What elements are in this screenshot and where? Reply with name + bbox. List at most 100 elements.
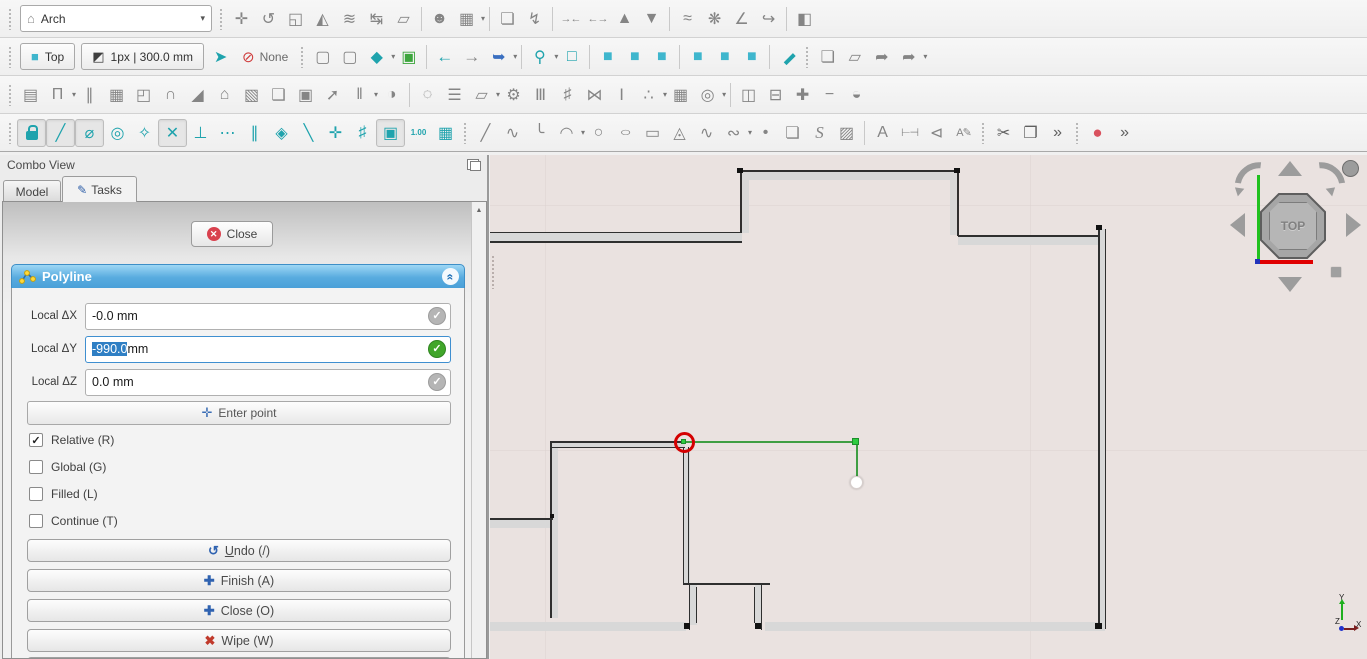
toolbar-grip[interactable] bbox=[8, 46, 13, 68]
bspline-tool-icon[interactable]: ∿ bbox=[693, 120, 720, 146]
cut-icon[interactable]: ✂ bbox=[990, 120, 1017, 146]
toolbar-grip[interactable] bbox=[1075, 122, 1080, 144]
invert-icon[interactable]: ↪ bbox=[755, 6, 782, 32]
measure-icon[interactable]: ▬ bbox=[769, 38, 806, 75]
chevron-down-icon[interactable]: ▾ bbox=[513, 52, 517, 61]
nav-back-icon[interactable]: ← bbox=[431, 44, 458, 70]
chevron-down-icon[interactable]: ▾ bbox=[722, 90, 726, 99]
toolbar-grip[interactable] bbox=[8, 8, 13, 30]
nav-left-arrow[interactable] bbox=[1230, 213, 1245, 237]
offset-icon[interactable]: ≋ bbox=[336, 6, 363, 32]
stairs-icon[interactable]: ☰ bbox=[441, 82, 468, 108]
checkbox-box[interactable] bbox=[29, 487, 43, 501]
curtain-wall-icon[interactable]: ▦ bbox=[103, 82, 130, 108]
checkbox-global[interactable]: Global (G) bbox=[29, 459, 106, 475]
snap-extension-icon[interactable]: ⋯ bbox=[214, 120, 241, 146]
checkbox-filled[interactable]: Filled (L) bbox=[29, 486, 98, 502]
box-element-selection-icon[interactable]: ▢ bbox=[336, 44, 363, 70]
toolbar-overflow-icon[interactable]: » bbox=[1044, 120, 1071, 146]
toolbar-grip[interactable] bbox=[805, 46, 810, 68]
toolbar-grip[interactable] bbox=[8, 84, 13, 106]
trim-extend-icon[interactable]: ↹ bbox=[363, 6, 390, 32]
line-tool-icon[interactable]: ╱ bbox=[472, 120, 499, 146]
window-icon[interactable]: ▣ bbox=[292, 82, 319, 108]
polyline-section-header[interactable]: Polyline « bbox=[11, 264, 465, 289]
nav-up-arrow[interactable] bbox=[1278, 161, 1302, 176]
rotate-icon[interactable]: ↺ bbox=[255, 6, 282, 32]
macro-record-icon[interactable]: ● bbox=[1084, 120, 1111, 146]
export-icon[interactable]: ➦ bbox=[868, 44, 895, 70]
enter-point-button[interactable]: ✛ Enter point bbox=[27, 401, 451, 425]
axis-icon[interactable]: ◑ bbox=[378, 82, 405, 108]
export-link-icon[interactable]: ➦ bbox=[895, 44, 922, 70]
apply-style-icon[interactable]: ➤ bbox=[207, 44, 234, 70]
truss-icon[interactable]: ⋈ bbox=[581, 82, 608, 108]
view-right-icon[interactable]: ■ bbox=[648, 44, 675, 70]
toggle-grid-icon[interactable]: ▦ bbox=[432, 120, 459, 146]
view-top-icon[interactable]: ■ bbox=[621, 44, 648, 70]
coordinate-input[interactable]: 0.0 mm✓ bbox=[85, 369, 451, 396]
navigation-block-icon[interactable]: ◆ bbox=[363, 44, 390, 70]
snap-working-plane-icon[interactable]: ▣ bbox=[376, 119, 405, 147]
paste-icon[interactable]: ❐ bbox=[1017, 120, 1044, 146]
float-panel-icon[interactable] bbox=[467, 159, 479, 170]
profile-beam-icon[interactable]: Ⅰ bbox=[608, 82, 635, 108]
viewport-3d[interactable]: TOP ■ Y Z X bbox=[490, 155, 1367, 659]
toolbar-grip[interactable] bbox=[8, 122, 13, 144]
autogroup-button[interactable]: ⊘None bbox=[234, 48, 296, 66]
panel-icon[interactable]: ▱ bbox=[468, 82, 495, 108]
edit-subelement-icon[interactable]: ↯ bbox=[521, 6, 548, 32]
nav-down-arrow[interactable] bbox=[1278, 277, 1302, 292]
open-folder-icon[interactable]: ▱ bbox=[841, 44, 868, 70]
nav-circle-icon[interactable] bbox=[1342, 160, 1359, 177]
panel-scrollbar[interactable]: ▲ bbox=[471, 202, 486, 658]
snap-ortho-icon[interactable]: ✛ bbox=[322, 120, 349, 146]
nav-forward-icon[interactable]: → bbox=[458, 44, 485, 70]
toolbar-grip[interactable] bbox=[981, 122, 986, 144]
cut-object-icon[interactable]: ◫ bbox=[735, 82, 762, 108]
downgrade-icon[interactable]: ▼ bbox=[638, 6, 665, 32]
snap-dimensions-icon[interactable]: 1.00 bbox=[405, 120, 432, 146]
view-rear-icon[interactable]: ■ bbox=[684, 44, 711, 70]
draft-to-sketch-icon[interactable]: ❏ bbox=[494, 6, 521, 32]
finish-button[interactable]: ✚Finish (A) bbox=[27, 569, 451, 592]
point-tool-icon[interactable]: • bbox=[752, 120, 779, 146]
select-mode-icon[interactable]: ▣ bbox=[395, 44, 422, 70]
workbench-selector[interactable]: ⌂Arch▾ bbox=[20, 5, 212, 32]
rebar-icon[interactable]: ∥ bbox=[76, 82, 103, 108]
snap-perpendicular-icon[interactable]: ⊥ bbox=[187, 120, 214, 146]
snap-lock-icon[interactable] bbox=[17, 119, 46, 147]
snap-midpoint-icon[interactable]: ⌀ bbox=[75, 119, 104, 147]
view-bottom-icon[interactable]: ■ bbox=[711, 44, 738, 70]
move-icon[interactable]: ✛ bbox=[228, 6, 255, 32]
rectangle-tool-icon[interactable]: ▭ bbox=[639, 120, 666, 146]
material-icon[interactable]: ∴ bbox=[635, 82, 662, 108]
reference-icon[interactable]: ➚ bbox=[319, 82, 346, 108]
polyline-tool-icon[interactable]: ∿ bbox=[499, 120, 526, 146]
schedule-icon[interactable]: ▦ bbox=[667, 82, 694, 108]
stretch-icon[interactable]: ▱ bbox=[390, 6, 417, 32]
facebinder-tool-icon[interactable]: ❏ bbox=[779, 120, 806, 146]
snap-endpoint-icon[interactable]: ╱ bbox=[46, 119, 75, 147]
remove-component-icon[interactable]: − bbox=[816, 82, 843, 108]
scale-icon[interactable]: ◱ bbox=[282, 6, 309, 32]
close-button[interactable]: ✚Close (O) bbox=[27, 599, 451, 622]
split-icon[interactable]: ←→ bbox=[584, 6, 611, 32]
coordinate-input[interactable]: -990.0 mm✓ bbox=[85, 336, 451, 363]
std-part-icon[interactable]: ❏ bbox=[814, 44, 841, 70]
wipe-button[interactable]: ✖Wipe (W) bbox=[27, 629, 451, 652]
structure-icon[interactable]: Π bbox=[44, 82, 71, 108]
scroll-up-icon[interactable]: ▲ bbox=[472, 204, 486, 217]
project-icon[interactable]: ∩ bbox=[157, 82, 184, 108]
undo-button[interactable]: ↺Undo (/) bbox=[27, 539, 451, 562]
add-component-icon[interactable]: ✚ bbox=[789, 82, 816, 108]
snap-near-icon[interactable]: ╲ bbox=[295, 120, 322, 146]
polygon-tool-icon[interactable]: ◬ bbox=[666, 120, 693, 146]
view-front-icon[interactable]: ■ bbox=[594, 44, 621, 70]
hatch-tool-icon[interactable]: ▨ bbox=[833, 120, 860, 146]
coordinate-input[interactable]: -0.0 mm✓ bbox=[85, 303, 451, 330]
nav-right-arrow[interactable] bbox=[1346, 213, 1361, 237]
join-icon[interactable]: →← bbox=[557, 6, 584, 32]
zoom-icon[interactable]: ⚲ bbox=[526, 44, 553, 70]
layer-icon[interactable]: ◧ bbox=[791, 6, 818, 32]
